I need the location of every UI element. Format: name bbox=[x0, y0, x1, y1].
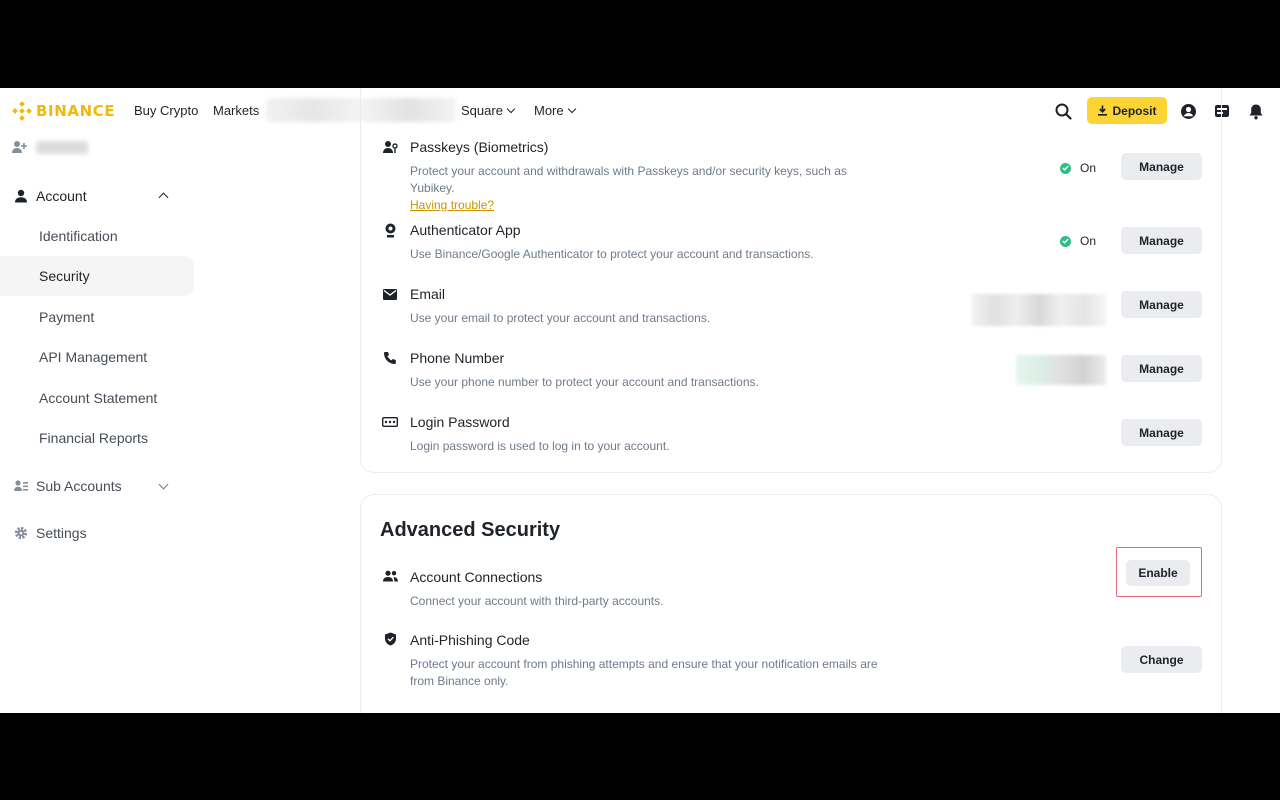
user-icon bbox=[15, 189, 27, 203]
account-connections-title: Account Connections bbox=[410, 569, 543, 585]
phone-manage-button[interactable]: Manage bbox=[1121, 355, 1202, 382]
logo-text: BINANCE bbox=[36, 102, 116, 120]
binance-diamond-icon bbox=[12, 101, 32, 121]
account-connections-description: Connect your account with third-party ac… bbox=[410, 594, 664, 608]
phone-description: Use your phone number to protect your ac… bbox=[410, 375, 759, 389]
password-manage-button[interactable]: Manage bbox=[1121, 419, 1202, 446]
password-description: Login password is used to log in to your… bbox=[410, 439, 670, 453]
shield-icon bbox=[382, 631, 398, 647]
sidebar: Account Identification Security Payment … bbox=[0, 134, 200, 713]
email-manage-button[interactable]: Manage bbox=[1121, 291, 1202, 318]
passkeys-description: Protect your account and withdrawals wit… bbox=[410, 163, 890, 214]
sidebar-item-security[interactable]: Security bbox=[0, 256, 194, 296]
email-title: Email bbox=[410, 286, 446, 302]
sidebar-item-api-management[interactable]: API Management bbox=[0, 337, 194, 377]
blurred-email-value bbox=[972, 294, 1106, 326]
sidebar-user[interactable] bbox=[12, 140, 88, 154]
gear-icon bbox=[14, 526, 28, 540]
passkeys-title: Passkeys (Biometrics) bbox=[410, 139, 549, 155]
sidebar-account-group[interactable]: Account bbox=[14, 188, 87, 204]
authenticator-title: Authenticator App bbox=[410, 222, 521, 238]
sidebar-sub-accounts-group[interactable]: Sub Accounts bbox=[14, 478, 122, 494]
sidebar-item-financial-reports[interactable]: Financial Reports bbox=[0, 418, 194, 458]
chevron-down-icon[interactable] bbox=[158, 479, 169, 490]
phone-title: Phone Number bbox=[410, 350, 505, 366]
blurred-phone-value bbox=[1016, 355, 1106, 385]
chevron-up-icon[interactable] bbox=[158, 192, 169, 203]
password-icon bbox=[382, 414, 398, 430]
passkeys-description-text: Protect your account and withdrawals wit… bbox=[410, 164, 847, 195]
nav-buy-crypto[interactable]: Buy Crypto bbox=[134, 103, 198, 118]
check-circle-icon bbox=[1060, 162, 1071, 174]
passkeys-status: On bbox=[1060, 161, 1096, 175]
add-user-icon bbox=[12, 141, 27, 153]
nav-markets[interactable]: Markets bbox=[213, 103, 259, 118]
anti-phishing-title: Anti-Phishing Code bbox=[410, 632, 530, 648]
account-connections-enable-button[interactable]: Enable bbox=[1126, 560, 1190, 586]
authenticator-description: Use Binance/Google Authenticator to prot… bbox=[410, 247, 814, 261]
sidebar-sub-accounts-label: Sub Accounts bbox=[36, 478, 122, 494]
sidebar-item-identification[interactable]: Identification bbox=[0, 216, 194, 256]
email-description: Use your email to protect your account a… bbox=[410, 311, 711, 325]
anti-phishing-change-button[interactable]: Change bbox=[1121, 646, 1202, 673]
phone-icon bbox=[382, 350, 398, 366]
password-title: Login Password bbox=[410, 414, 510, 430]
authenticator-status-text: On bbox=[1080, 234, 1097, 248]
authenticator-status: On bbox=[1060, 234, 1096, 248]
sidebar-settings-label: Settings bbox=[36, 525, 87, 541]
binance-logo[interactable]: BINANCE bbox=[12, 100, 115, 122]
mail-icon bbox=[382, 286, 398, 302]
sidebar-settings[interactable]: Settings bbox=[14, 525, 87, 541]
anti-phishing-description: Protect your account from phishing attem… bbox=[410, 657, 878, 688]
passkeys-status-text: On bbox=[1080, 161, 1097, 175]
notification-bell-icon[interactable] bbox=[1246, 101, 1266, 121]
sidebar-item-payment[interactable]: Payment bbox=[0, 297, 194, 337]
blurred-user-id bbox=[36, 140, 88, 154]
authenticator-icon bbox=[382, 222, 398, 238]
advanced-security-title: Advanced Security bbox=[380, 519, 561, 541]
sidebar-account-label: Account bbox=[36, 188, 87, 204]
passkeys-manage-button[interactable]: Manage bbox=[1121, 153, 1202, 180]
browser-viewport: BINANCE Buy Crypto Markets Square More D… bbox=[0, 88, 1280, 713]
check-circle-icon bbox=[1060, 235, 1071, 247]
authenticator-manage-button[interactable]: Manage bbox=[1121, 227, 1202, 254]
sidebar-item-account-statement[interactable]: Account Statement bbox=[0, 378, 194, 418]
people-icon bbox=[382, 568, 398, 584]
having-trouble-link[interactable]: Having trouble? bbox=[410, 198, 494, 212]
sub-accounts-icon bbox=[14, 480, 28, 491]
passkey-icon bbox=[382, 139, 398, 155]
